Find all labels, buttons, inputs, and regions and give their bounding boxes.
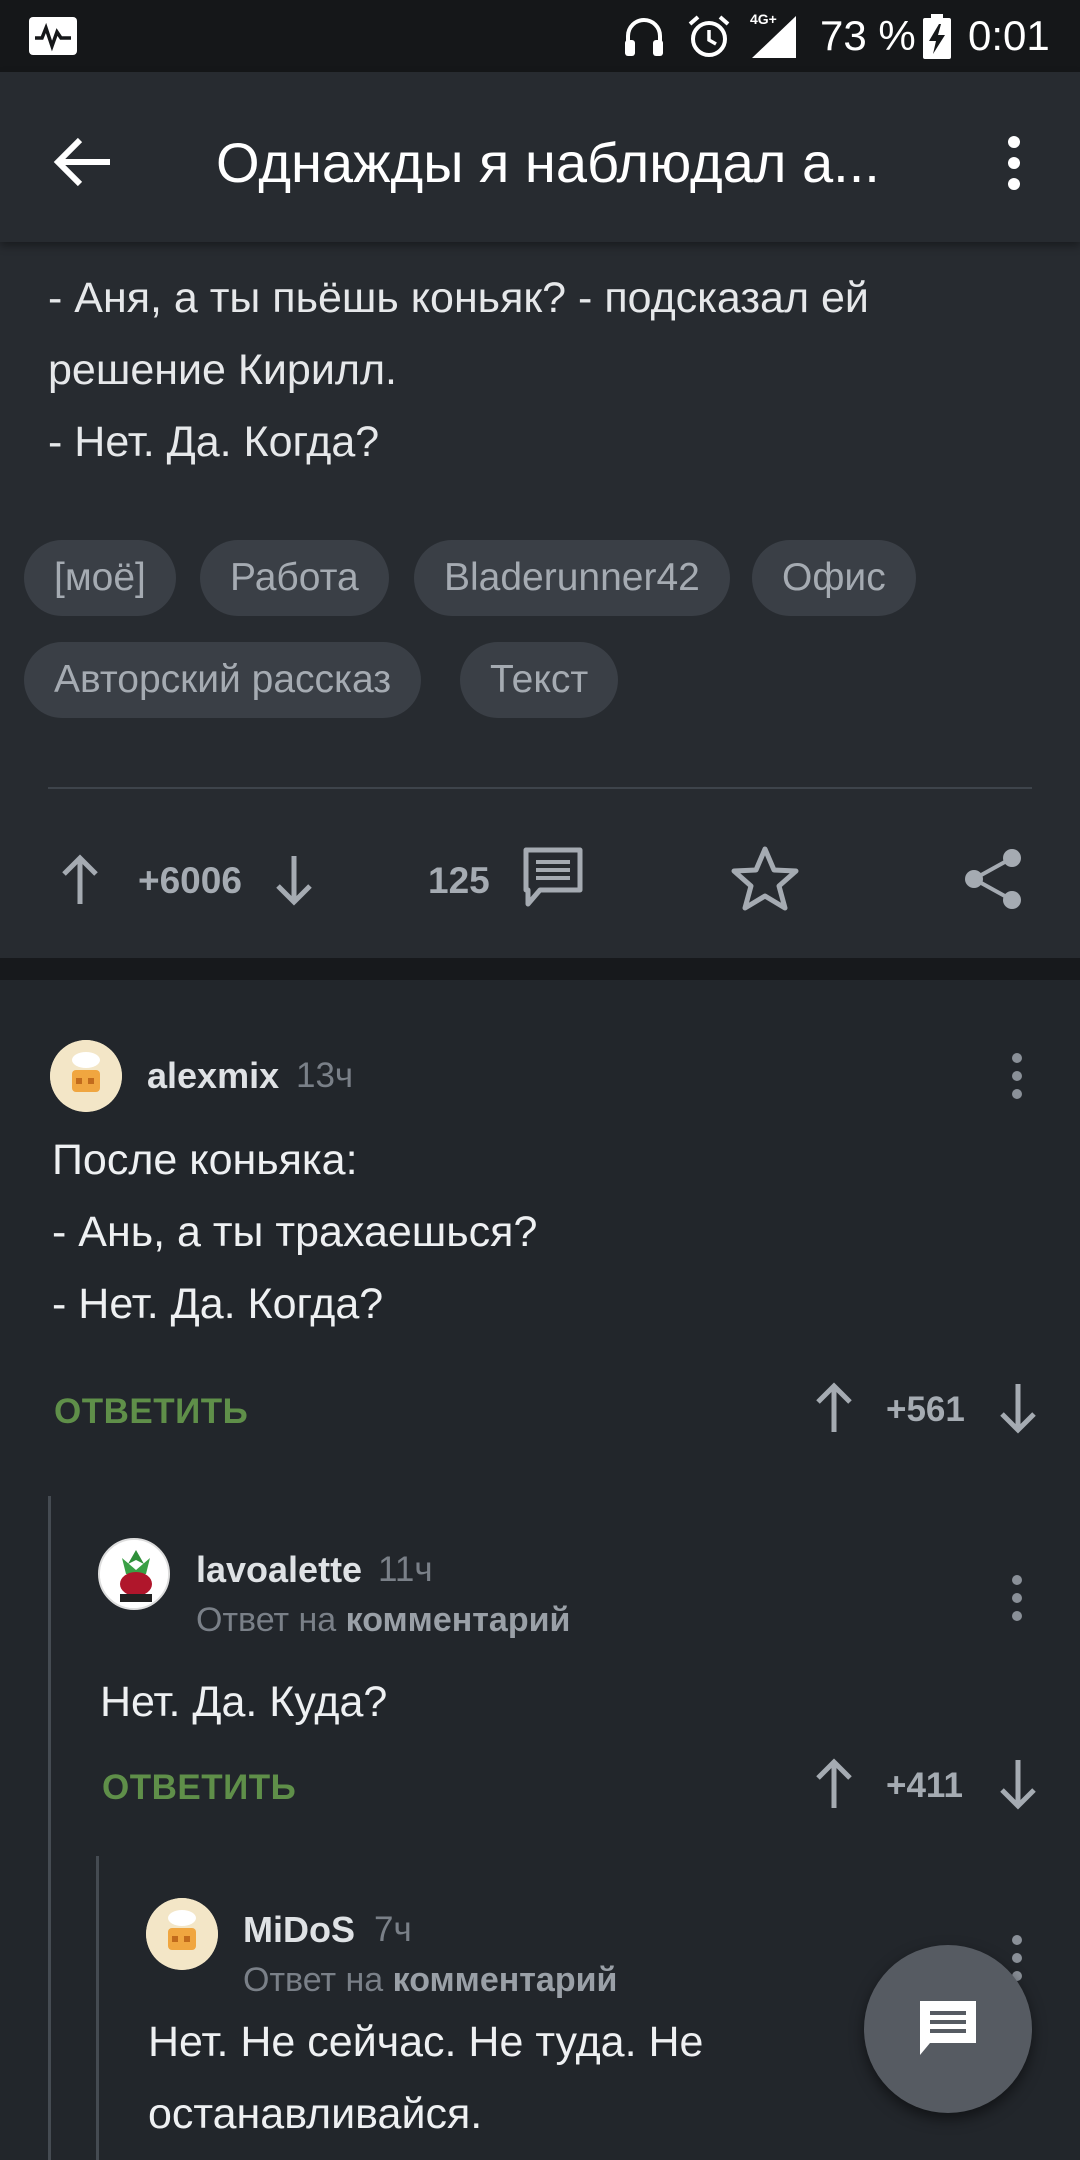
arrow-up-icon[interactable] (814, 1756, 854, 1812)
comment-text: После коньяка: - Ань, а ты трахаешься? -… (52, 1124, 537, 1340)
comment-username[interactable]: lavoalette (196, 1548, 362, 1592)
comment-icon (920, 2001, 976, 2055)
post-card: - Аня, а ты пьёшь коньяк? - подсказал ей… (0, 242, 1080, 958)
reply-to-link[interactable]: комментарий (393, 1961, 618, 1999)
comment-text: Нет. Не сейчас. Не туда. Не останавливай… (148, 2006, 703, 2150)
thread-line (48, 1496, 51, 2160)
signal-icon: 4G+ (750, 11, 796, 58)
comment-text-line: Нет. Да. Куда? (100, 1678, 388, 1726)
clock: 0:01 (968, 12, 1050, 59)
comment-time: 7ч (374, 1910, 412, 1949)
activity-icon (29, 17, 77, 55)
arrow-down-icon[interactable] (998, 1756, 1038, 1812)
comment-text-line: останавливайся. (148, 2090, 483, 2138)
tag[interactable]: Офис (752, 540, 916, 616)
back-arrow-icon[interactable] (44, 122, 124, 202)
page-title: Однажды я наблюдал а... (216, 131, 880, 194)
arrow-up-icon[interactable] (814, 1380, 854, 1436)
default-avatar-icon (146, 1898, 218, 1970)
comment-time: 13ч (296, 1056, 354, 1095)
reply-button[interactable]: ОТВЕТИТЬ (102, 1766, 296, 1810)
tag[interactable]: Авторский рассказ (24, 642, 422, 718)
reply-to-prefix: Ответ на (196, 1601, 337, 1639)
comment-text-line: Нет. Не сейчас. Не туда. Не (148, 2018, 704, 2066)
more-vertical-icon[interactable] (1002, 1046, 1032, 1106)
tag[interactable]: Bladerunner42 (414, 540, 730, 616)
post-text-line: - Аня, а ты пьёшь коньяк? - подсказал ей (48, 274, 869, 322)
tag[interactable]: Работа (200, 540, 389, 616)
default-avatar-icon (50, 1040, 122, 1112)
avatar[interactable] (50, 1040, 122, 1112)
comment-rating: +411 (886, 1766, 963, 1805)
more-vertical-icon[interactable] (1002, 1568, 1032, 1628)
reply-to-label: Ответ на комментарий (243, 1958, 617, 2002)
post-text-line: - Нет. Да. Когда? (48, 418, 380, 466)
share-icon[interactable] (958, 844, 1028, 914)
tag[interactable]: Текст (460, 642, 619, 718)
avatar[interactable] (98, 1538, 170, 1610)
reply-button[interactable]: ОТВЕТИТЬ (54, 1390, 248, 1434)
arrow-down-icon[interactable] (274, 852, 314, 908)
comment-text-line: - Ань, а ты трахаешься? (52, 1208, 538, 1256)
comment-text: Нет. Да. Куда? (100, 1666, 387, 1738)
comment-username[interactable]: MiDoS (243, 1908, 355, 1952)
headphones-icon (625, 18, 663, 56)
comment-text-line: - Нет. Да. Когда? (52, 1280, 384, 1328)
new-comment-fab[interactable] (864, 1945, 1032, 2113)
post-rating: +6006 (138, 860, 242, 901)
status-bar: 4G+ 73 % 0:01 (0, 0, 1080, 72)
comment-username[interactable]: alexmix (147, 1054, 279, 1098)
post-actions: +6006 125 (0, 832, 1080, 932)
avatar[interactable] (146, 1898, 218, 1970)
svg-text:4G+: 4G+ (750, 11, 777, 27)
battery-charging-icon (923, 14, 951, 59)
app-bar: Однажды я наблюдал а... (0, 72, 1080, 242)
more-vertical-icon[interactable] (994, 128, 1034, 198)
section-divider (0, 958, 1080, 980)
reply-to-label: Ответ на комментарий (196, 1598, 570, 1642)
comment-icon[interactable] (520, 844, 586, 910)
thread-line (96, 1856, 99, 2160)
alarm-icon (688, 15, 730, 57)
star-icon[interactable] (730, 844, 800, 914)
comment-time: 11ч (378, 1550, 433, 1589)
divider (48, 787, 1032, 789)
reply-to-prefix: Ответ на (243, 1961, 384, 1999)
tag[interactable]: [моё] (24, 540, 176, 616)
post-text-line: решение Кирилл. (48, 346, 397, 394)
battery-percentage: 73 % (820, 12, 916, 59)
arrow-down-icon[interactable] (998, 1380, 1038, 1436)
post-text: - Аня, а ты пьёшь коньяк? - подсказал ей… (48, 262, 1038, 478)
arrow-up-icon[interactable] (60, 852, 100, 908)
reply-to-link[interactable]: комментарий (346, 1601, 571, 1639)
comment-text-line: После коньяка: (52, 1136, 358, 1184)
user-avatar-icon (100, 1540, 168, 1608)
comment-rating: +561 (886, 1390, 965, 1429)
comments-count[interactable]: 125 (428, 856, 490, 906)
